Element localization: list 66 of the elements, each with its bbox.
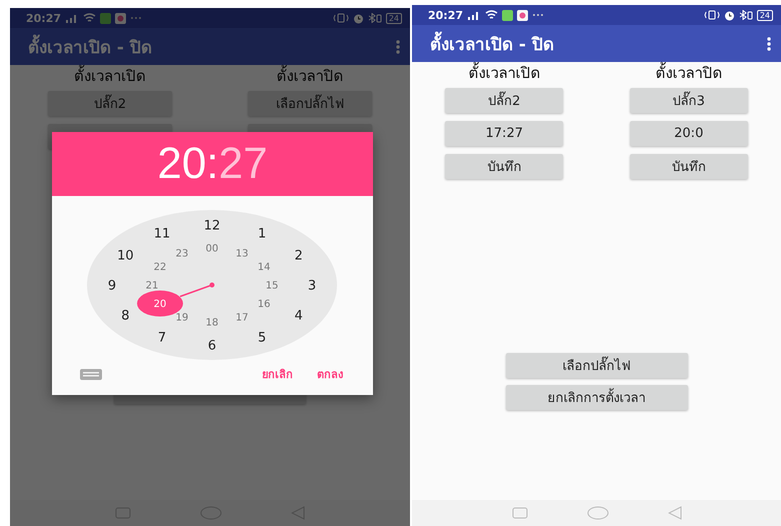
hour-number[interactable]: 3 bbox=[308, 278, 316, 294]
action-button[interactable]: ปลั๊ก3 bbox=[630, 88, 748, 113]
vibrate-icon bbox=[332, 13, 349, 23]
home-icon[interactable] bbox=[200, 506, 222, 520]
hour-number[interactable]: 16 bbox=[258, 298, 270, 310]
alarm-icon bbox=[352, 12, 364, 24]
hour-number[interactable]: 6 bbox=[208, 338, 216, 354]
action-button[interactable]: ปลั๊ก2 bbox=[445, 88, 564, 113]
wifi-icon bbox=[485, 10, 498, 20]
action-button[interactable]: ยกเลิกการตั้งเวลา bbox=[506, 385, 688, 410]
column-heading: ตั้งเวลาปิด bbox=[276, 67, 344, 85]
hour-number[interactable]: 17 bbox=[236, 312, 248, 324]
app-title: ตั้งเวลาเปิด - ปิด bbox=[28, 33, 152, 60]
hour-number[interactable]: 18 bbox=[206, 317, 218, 328]
hour-number[interactable]: 23 bbox=[176, 248, 188, 260]
back-icon[interactable] bbox=[668, 506, 682, 520]
alarm-icon bbox=[724, 10, 735, 20]
hour-number[interactable]: 11 bbox=[154, 226, 170, 242]
hour-number[interactable]: 7 bbox=[158, 330, 166, 346]
back-icon[interactable] bbox=[291, 506, 306, 520]
wifi-icon bbox=[83, 13, 96, 23]
hour-number[interactable]: 8 bbox=[121, 308, 130, 324]
hour-number[interactable]: 4 bbox=[294, 308, 303, 324]
battery-level: 24 bbox=[386, 12, 402, 24]
time-separator: : bbox=[206, 138, 219, 189]
keyboard-icon[interactable] bbox=[80, 368, 102, 380]
hour-number[interactable]: 13 bbox=[236, 248, 248, 260]
hour-number[interactable]: 10 bbox=[117, 248, 134, 264]
bluetooth-icon bbox=[738, 10, 753, 20]
action-button[interactable]: เลือกปลั๊กไฟ bbox=[506, 353, 688, 378]
action-button[interactable]: 20:0 bbox=[630, 121, 748, 146]
recents-icon[interactable] bbox=[114, 507, 131, 519]
hour-number[interactable]: 14 bbox=[258, 262, 270, 273]
battery-level: 24 bbox=[756, 10, 773, 20]
app-icon bbox=[115, 12, 126, 24]
hour-number[interactable]: 21 bbox=[146, 280, 158, 292]
app-title: ตั้งเวลาเปิด - ปิด bbox=[430, 30, 554, 57]
overflow-menu-icon[interactable] bbox=[767, 36, 771, 50]
hour-number[interactable]: 9 bbox=[108, 278, 116, 294]
hour-number[interactable]: 22 bbox=[154, 262, 166, 273]
status-time: 20:27 bbox=[428, 8, 464, 22]
app-icon bbox=[517, 10, 528, 20]
column-heading: ตั้งเวลาปิด bbox=[655, 64, 722, 82]
more-dots-icon bbox=[532, 13, 544, 17]
hour-number[interactable]: 00 bbox=[206, 243, 218, 254]
recents-icon[interactable] bbox=[512, 507, 528, 519]
home-icon[interactable] bbox=[586, 506, 608, 520]
status-time: 20:27 bbox=[26, 12, 62, 24]
app-icon bbox=[502, 10, 514, 20]
clock-hand-drawing bbox=[180, 282, 214, 297]
hour-number[interactable]: 1 bbox=[258, 226, 266, 242]
hour-number[interactable]: 19 bbox=[176, 312, 188, 324]
vibrate-icon bbox=[704, 10, 720, 20]
action-button[interactable]: บันทึก bbox=[630, 154, 748, 179]
action-button[interactable]: บันทึก bbox=[445, 154, 564, 179]
overflow-menu-icon[interactable] bbox=[396, 40, 400, 54]
action-button[interactable]: 17:27 bbox=[445, 121, 564, 146]
hour-number[interactable]: 2 bbox=[294, 248, 303, 264]
more-dots-icon bbox=[130, 16, 142, 20]
column-heading: ตั้งเวลาเปิด bbox=[74, 67, 146, 85]
hour-number[interactable]: 5 bbox=[258, 330, 266, 346]
column-heading: ตั้งเวลาเปิด bbox=[468, 64, 540, 82]
hour-number[interactable]: 15 bbox=[266, 280, 278, 292]
hour-number[interactable]: 12 bbox=[204, 218, 220, 234]
app-icon bbox=[100, 12, 112, 24]
bluetooth-icon bbox=[368, 13, 382, 23]
